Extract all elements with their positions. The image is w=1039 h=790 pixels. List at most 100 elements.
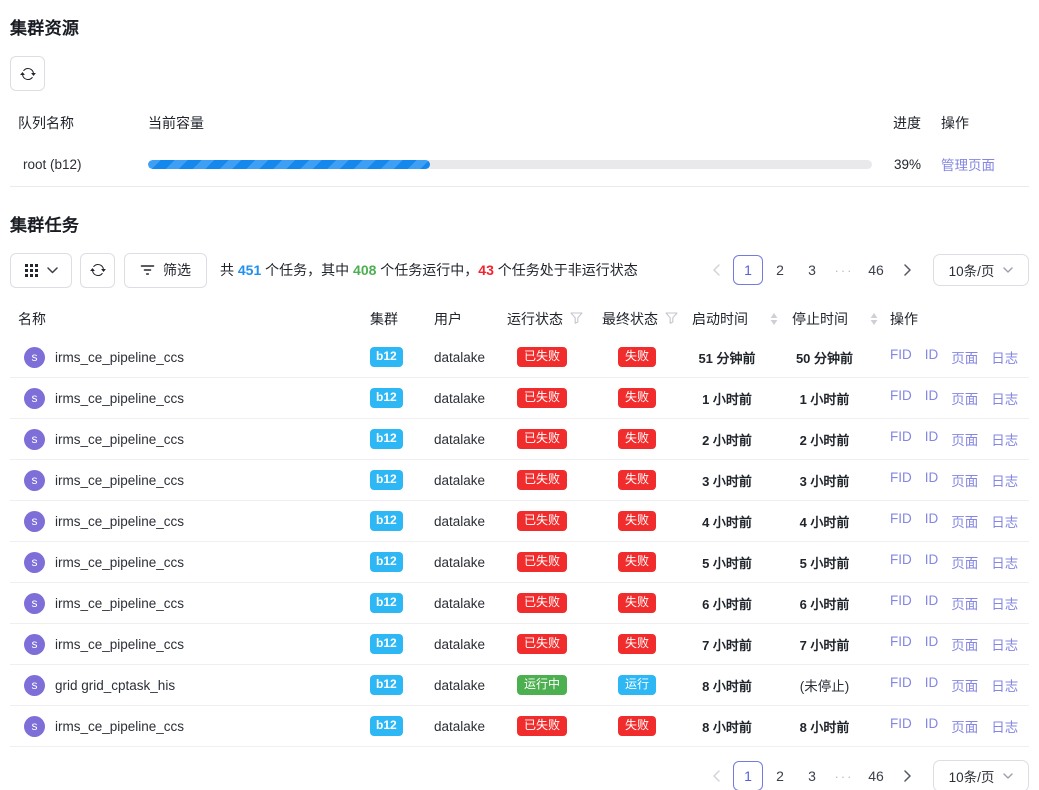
filter-button[interactable]: 筛选 bbox=[124, 253, 207, 288]
page-link[interactable]: 页面 bbox=[951, 470, 978, 490]
page-link[interactable]: 页面 bbox=[951, 634, 978, 654]
fid-link[interactable]: FID bbox=[890, 716, 912, 736]
column-settings-button[interactable] bbox=[10, 253, 72, 288]
avatar: s bbox=[24, 388, 45, 409]
table-row: s irms_ce_pipeline_ccs b12 datalake 已失败 … bbox=[10, 501, 1029, 542]
queue-name-header: 队列名称 bbox=[10, 113, 148, 133]
page-1-button[interactable]: 1 bbox=[733, 761, 763, 790]
start-time: 8 小时前 bbox=[682, 717, 782, 736]
next-page-button[interactable] bbox=[893, 761, 923, 790]
id-link[interactable]: ID bbox=[925, 429, 939, 449]
run-status-badge: 已失败 bbox=[517, 388, 567, 408]
pagination-ellipsis[interactable]: ··· bbox=[829, 761, 859, 790]
page-46-button[interactable]: 46 bbox=[861, 761, 891, 790]
log-link[interactable]: 日志 bbox=[991, 552, 1018, 572]
refresh-tasks-button[interactable] bbox=[80, 253, 115, 288]
page-46-button[interactable]: 46 bbox=[861, 255, 891, 285]
fid-link[interactable]: FID bbox=[890, 470, 912, 490]
page-size-select[interactable]: 10条/页 bbox=[933, 760, 1029, 790]
avatar: s bbox=[24, 347, 45, 368]
table-row: s irms_ce_pipeline_ccs b12 datalake 已失败 … bbox=[10, 583, 1029, 624]
page-link[interactable]: 页面 bbox=[951, 388, 978, 408]
cluster-badge: b12 bbox=[370, 716, 403, 736]
fid-link[interactable]: FID bbox=[890, 675, 912, 695]
page-link[interactable]: 页面 bbox=[951, 511, 978, 531]
log-link[interactable]: 日志 bbox=[991, 429, 1018, 449]
stop-time-header: 停止时间 bbox=[792, 309, 848, 329]
log-link[interactable]: 日志 bbox=[991, 675, 1018, 695]
final-status-badge: 失败 bbox=[618, 347, 656, 367]
page-3-button[interactable]: 3 bbox=[797, 255, 827, 285]
id-link[interactable]: ID bbox=[925, 347, 939, 367]
avatar: s bbox=[24, 470, 45, 491]
fid-link[interactable]: FID bbox=[890, 388, 912, 408]
table-row: s irms_ce_pipeline_ccs b12 datalake 已失败 … bbox=[10, 419, 1029, 460]
id-link[interactable]: ID bbox=[925, 675, 939, 695]
page-link[interactable]: 页面 bbox=[951, 429, 978, 449]
fid-link[interactable]: FID bbox=[890, 347, 912, 367]
next-page-button[interactable] bbox=[893, 255, 923, 285]
page-link[interactable]: 页面 bbox=[951, 593, 978, 613]
fid-link[interactable]: FID bbox=[890, 593, 912, 613]
page-2-button[interactable]: 2 bbox=[765, 255, 795, 285]
filter-funnel-icon[interactable] bbox=[570, 311, 583, 327]
stop-time: 50 分钟前 bbox=[782, 348, 881, 367]
total-count: 451 bbox=[238, 262, 261, 278]
page-link[interactable]: 页面 bbox=[951, 552, 978, 572]
avatar: s bbox=[24, 634, 45, 655]
id-link[interactable]: ID bbox=[925, 470, 939, 490]
log-link[interactable]: 日志 bbox=[991, 470, 1018, 490]
fid-link[interactable]: FID bbox=[890, 429, 912, 449]
refresh-icon bbox=[90, 262, 106, 278]
user-cell: datalake bbox=[424, 555, 497, 570]
user-cell: datalake bbox=[424, 473, 497, 488]
refresh-resources-button[interactable] bbox=[10, 56, 45, 91]
prev-page-button[interactable] bbox=[701, 761, 731, 790]
filter-button-label: 筛选 bbox=[163, 260, 191, 280]
id-link[interactable]: ID bbox=[925, 388, 939, 408]
page-size-select[interactable]: 10条/页 bbox=[933, 254, 1029, 286]
fid-link[interactable]: FID bbox=[890, 552, 912, 572]
avatar: s bbox=[24, 429, 45, 450]
user-cell: datalake bbox=[424, 432, 497, 447]
page-1-button[interactable]: 1 bbox=[733, 255, 763, 285]
id-link[interactable]: ID bbox=[925, 552, 939, 572]
log-link[interactable]: 日志 bbox=[991, 593, 1018, 613]
page-3-button[interactable]: 3 bbox=[797, 761, 827, 790]
stop-time: 5 小时前 bbox=[782, 553, 881, 572]
id-link[interactable]: ID bbox=[925, 716, 939, 736]
table-row: s irms_ce_pipeline_ccs b12 datalake 已失败 … bbox=[10, 542, 1029, 583]
log-link[interactable]: 日志 bbox=[991, 511, 1018, 531]
id-link[interactable]: ID bbox=[925, 593, 939, 613]
pagination-ellipsis[interactable]: ··· bbox=[829, 255, 859, 285]
final-status-badge: 失败 bbox=[618, 593, 656, 613]
page-2-button[interactable]: 2 bbox=[765, 761, 795, 790]
stop-time: 6 小时前 bbox=[782, 594, 881, 613]
fid-link[interactable]: FID bbox=[890, 634, 912, 654]
name-header: 名称 bbox=[10, 309, 360, 329]
final-status-badge: 运行 bbox=[618, 675, 656, 695]
capacity-progress-bar bbox=[148, 160, 872, 169]
stop-time: 2 小时前 bbox=[782, 430, 881, 449]
avatar: s bbox=[24, 552, 45, 573]
start-time: 7 小时前 bbox=[682, 635, 782, 654]
page-link[interactable]: 页面 bbox=[951, 675, 978, 695]
log-link[interactable]: 日志 bbox=[991, 716, 1018, 736]
log-link[interactable]: 日志 bbox=[991, 388, 1018, 408]
id-link[interactable]: ID bbox=[925, 511, 939, 531]
page-link[interactable]: 页面 bbox=[951, 347, 978, 367]
page-link[interactable]: 页面 bbox=[951, 716, 978, 736]
fid-link[interactable]: FID bbox=[890, 511, 912, 531]
final-status-badge: 失败 bbox=[618, 470, 656, 490]
id-link[interactable]: ID bbox=[925, 634, 939, 654]
log-link[interactable]: 日志 bbox=[991, 347, 1018, 367]
sort-icon[interactable] bbox=[870, 313, 878, 325]
cluster-badge: b12 bbox=[370, 429, 403, 449]
log-link[interactable]: 日志 bbox=[991, 634, 1018, 654]
start-time-header: 启动时间 bbox=[692, 309, 748, 329]
running-count: 408 bbox=[353, 262, 376, 278]
sort-icon[interactable] bbox=[770, 313, 778, 325]
manage-page-link[interactable]: 管理页面 bbox=[941, 158, 995, 173]
prev-page-button[interactable] bbox=[701, 255, 731, 285]
filter-funnel-icon[interactable] bbox=[665, 311, 678, 327]
